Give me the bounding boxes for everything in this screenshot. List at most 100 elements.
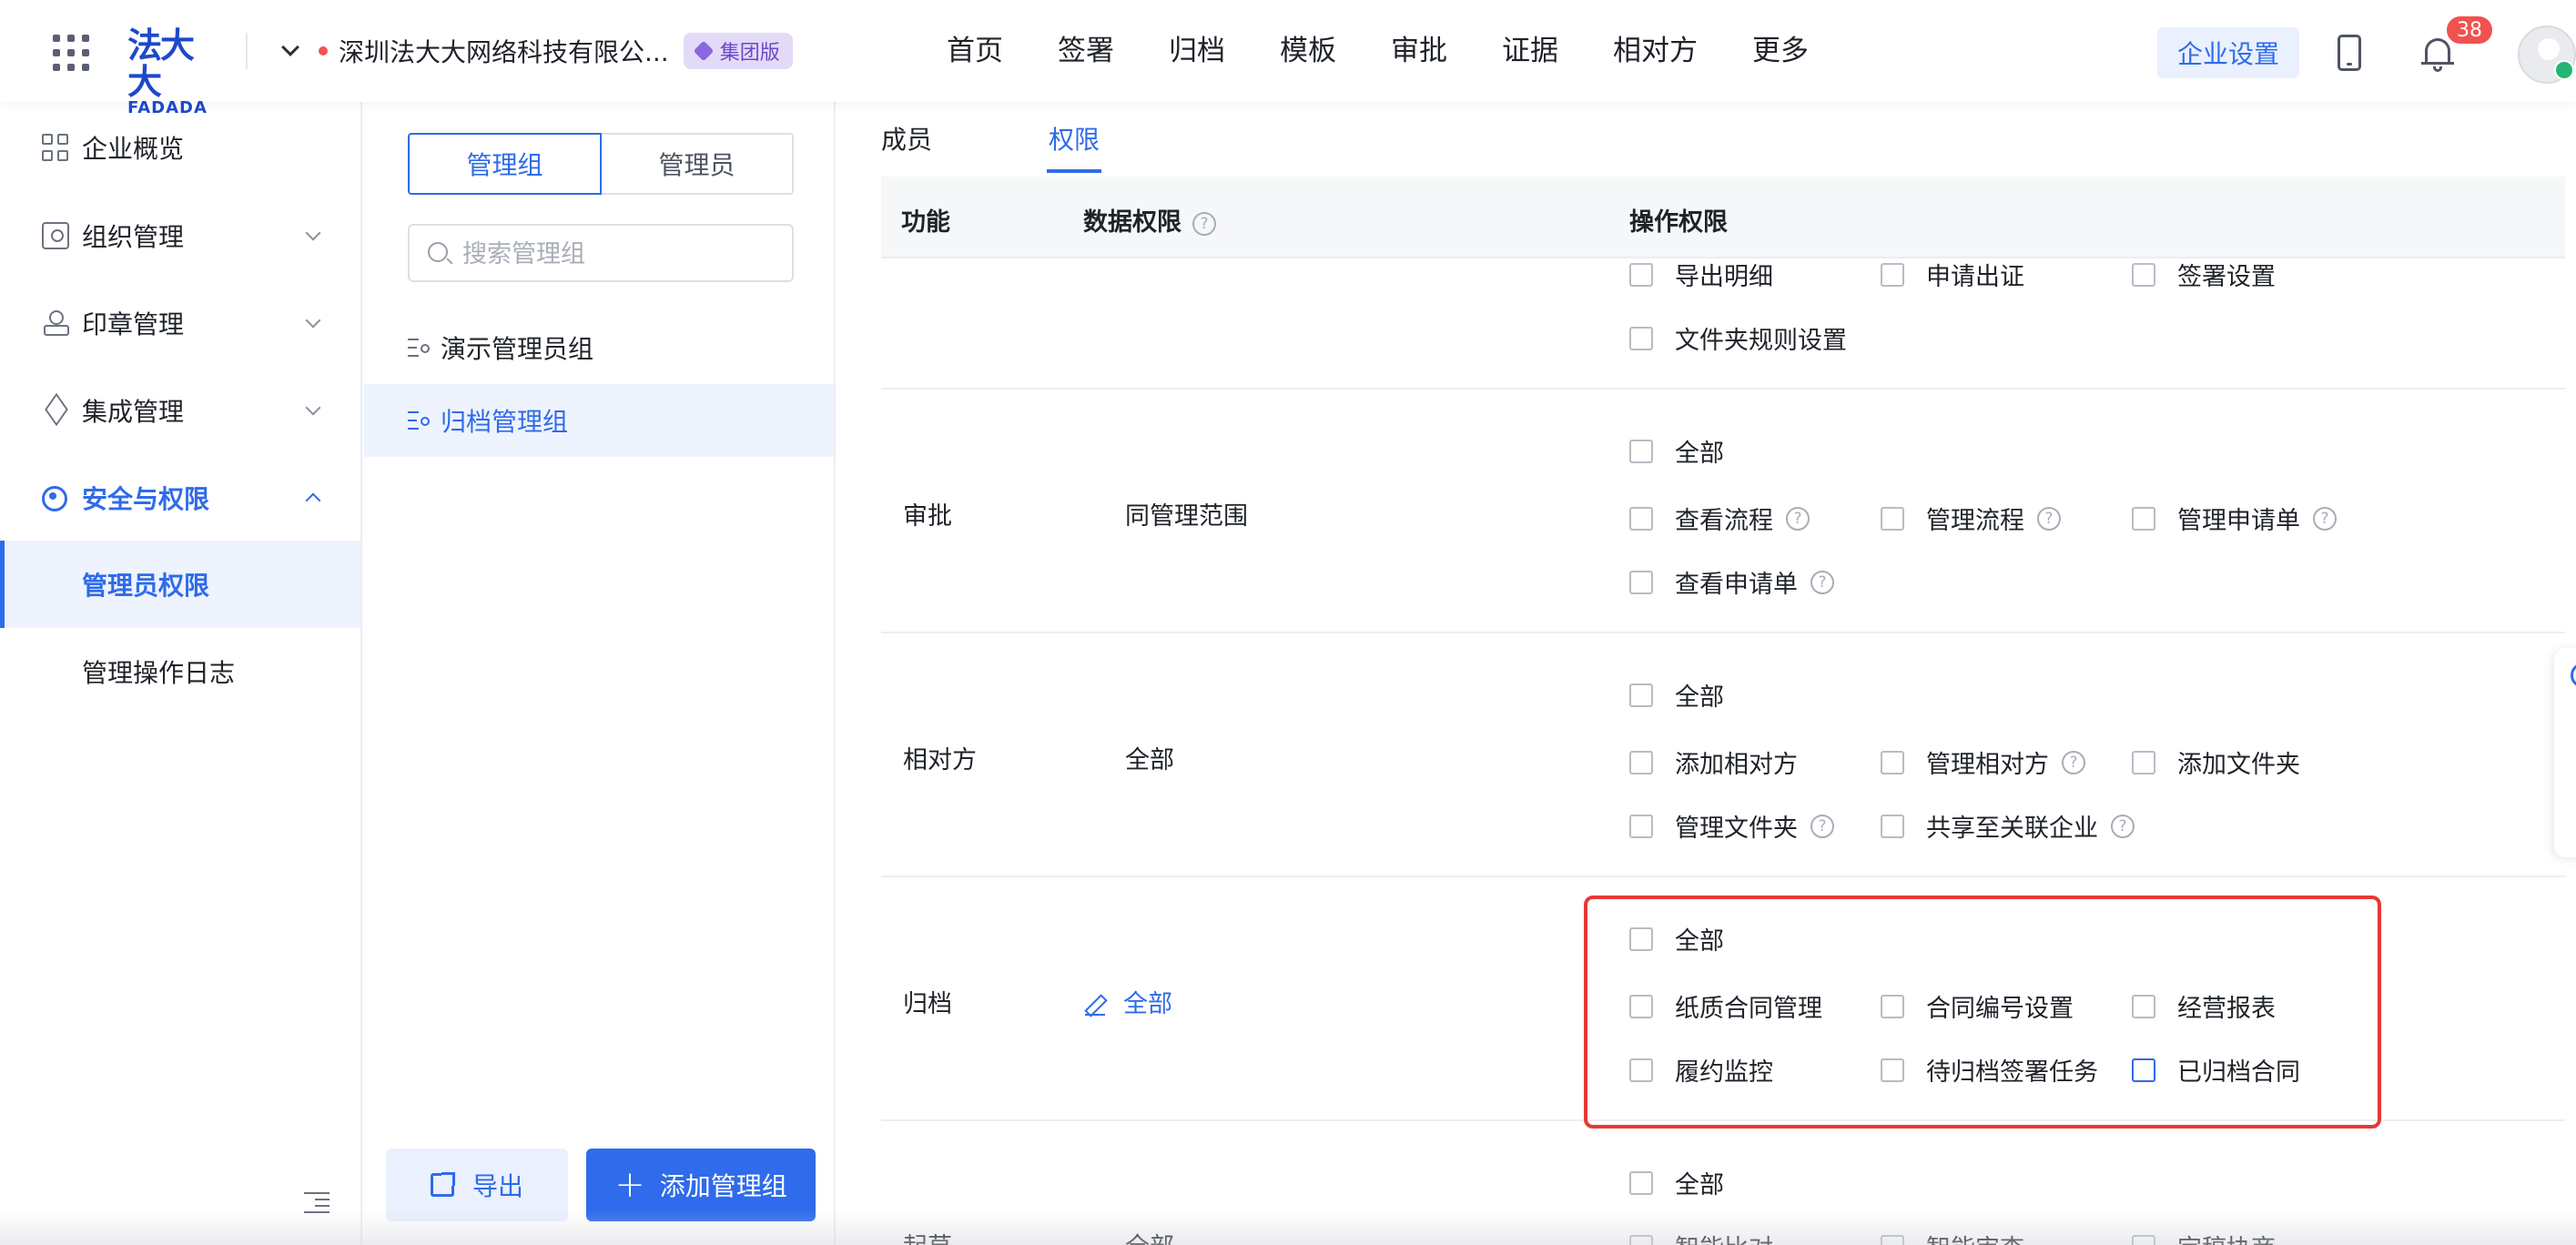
floating-helper-tab[interactable]: [2554, 648, 2576, 857]
active-tab-indicator: [1047, 169, 1101, 173]
enterprise-settings-button[interactable]: 企业设置: [2157, 27, 2299, 78]
checkbox-pending-archive-task[interactable]: 待归档签署任务: [1881, 1052, 2098, 1088]
checkbox-box[interactable]: [2132, 750, 2155, 774]
add-group-button[interactable]: + 添加管理组: [586, 1149, 816, 1221]
checkbox-manage-folder[interactable]: 管理文件夹?: [1629, 808, 1834, 844]
nav-home[interactable]: 首页: [947, 27, 1003, 75]
checkbox-approval-all[interactable]: 全部: [1629, 433, 1724, 469]
checkbox-box[interactable]: [1629, 1058, 1653, 1082]
sidebar-item-security[interactable]: 安全与权限: [0, 461, 360, 534]
checkbox-label: 管理流程: [1926, 507, 2024, 535]
checkbox-box[interactable]: [1629, 570, 1653, 594]
help-icon[interactable]: ?: [2111, 814, 2135, 838]
sidebar-item-integration[interactable]: 集成管理: [0, 374, 360, 447]
export-button[interactable]: 导出: [386, 1149, 568, 1221]
nav-more[interactable]: 更多: [1752, 27, 1809, 75]
checkbox-manage-application[interactable]: 管理申请单?: [2132, 501, 2337, 536]
checkbox-manage-flow[interactable]: 管理流程?: [1881, 501, 2061, 536]
checkbox-box[interactable]: [1629, 750, 1653, 774]
help-icon[interactable]: ?: [1192, 211, 1216, 236]
checkbox-box[interactable]: [1881, 262, 1904, 287]
app-grid-icon[interactable]: [53, 35, 89, 71]
checkbox-counterparty-all[interactable]: 全部: [1629, 677, 1724, 713]
checkbox-box[interactable]: [1881, 1234, 1904, 1245]
checkbox-box[interactable]: [1629, 814, 1653, 838]
tab-permissions[interactable]: 权限: [1049, 120, 1100, 157]
group-item-label: 演示管理员组: [441, 334, 594, 364]
nav-sign[interactable]: 签署: [1058, 27, 1114, 75]
sidebar-item-admin-permission[interactable]: 管理员权限: [0, 541, 360, 628]
search-input[interactable]: [462, 235, 781, 273]
checkbox-box[interactable]: [1881, 1058, 1904, 1082]
checkbox-archived-contract[interactable]: 已归档合同: [2132, 1052, 2300, 1088]
checkbox-box[interactable]: [1629, 262, 1653, 287]
checkbox-box[interactable]: [1629, 1170, 1653, 1195]
row-data-archive[interactable]: 全部: [1085, 984, 1172, 1019]
checkbox-smart-review[interactable]: 智能审查: [1881, 1229, 2024, 1245]
sidebar-item-org[interactable]: 组织管理: [0, 199, 360, 272]
checkbox-box[interactable]: [1629, 439, 1653, 463]
checkbox-add-counterparty[interactable]: 添加相对方: [1629, 744, 1798, 780]
sidebar-item-seal[interactable]: 印章管理: [0, 287, 360, 359]
checkbox-contract-number[interactable]: 合同编号设置: [1881, 988, 2074, 1024]
company-switcher[interactable]: 深圳法大大网络科技有限公... 集团版: [281, 31, 793, 71]
checkbox-view-application[interactable]: 查看申请单?: [1629, 564, 1834, 600]
checkbox-export-detail[interactable]: 导出明细: [1629, 257, 1773, 292]
checkbox-final-negotiation[interactable]: 定稿协商: [2132, 1229, 2276, 1245]
group-item-archive[interactable]: 归档管理组: [364, 384, 834, 457]
checkbox-box[interactable]: [1881, 994, 1904, 1018]
help-icon[interactable]: ?: [1810, 814, 1834, 838]
nav-counterparty[interactable]: 相对方: [1613, 27, 1698, 75]
edit-icon[interactable]: [1085, 996, 1105, 1016]
external-link-icon: [430, 1172, 455, 1197]
fadada-logo[interactable]: 法大大 FADADA: [127, 27, 218, 116]
nav-approval[interactable]: 审批: [1391, 27, 1447, 75]
collapse-sidebar-icon[interactable]: [304, 1192, 330, 1213]
checkbox-box[interactable]: [1629, 683, 1653, 707]
checkbox-box[interactable]: [1629, 994, 1653, 1018]
nav-archive[interactable]: 归档: [1169, 27, 1225, 75]
checkbox-box[interactable]: [2132, 1234, 2155, 1245]
checkbox-add-folder[interactable]: 添加文件夹: [2132, 744, 2300, 780]
checkbox-box[interactable]: [1629, 326, 1653, 350]
checkbox-box[interactable]: [1629, 926, 1653, 951]
checkbox-draft-all[interactable]: 全部: [1629, 1165, 1724, 1200]
help-icon[interactable]: ?: [2313, 506, 2337, 531]
sidebar-item-operation-log[interactable]: 管理操作日志: [0, 628, 360, 715]
checkbox-box[interactable]: [2132, 506, 2155, 531]
dashboard-icon: [42, 134, 69, 161]
help-icon[interactable]: ?: [2062, 750, 2085, 774]
checkbox-smart-compare[interactable]: 智能比对: [1629, 1229, 1773, 1245]
checkbox-business-report[interactable]: 经营报表: [2132, 988, 2276, 1024]
help-icon[interactable]: ?: [1810, 570, 1834, 594]
checkbox-folder-rules[interactable]: 文件夹规则设置: [1629, 320, 1847, 356]
checkbox-sign-settings[interactable]: 签署设置: [2132, 257, 2276, 292]
checkbox-share-affiliate[interactable]: 共享至关联企业?: [1881, 808, 2135, 844]
checkbox-box[interactable]: [1629, 506, 1653, 531]
tab-members[interactable]: 成员: [881, 120, 932, 157]
tab-admin[interactable]: 管理员: [602, 133, 794, 195]
checkbox-box[interactable]: [1881, 506, 1904, 531]
nav-evidence[interactable]: 证据: [1502, 27, 1558, 75]
group-item-demo[interactable]: 演示管理员组: [364, 311, 834, 384]
checkbox-label: 全部: [1675, 440, 1724, 468]
checkbox-box[interactable]: [2132, 1058, 2155, 1082]
checkbox-manage-counterparty[interactable]: 管理相对方?: [1881, 744, 2085, 780]
help-icon[interactable]: ?: [1786, 506, 1810, 531]
checkbox-box[interactable]: [2132, 994, 2155, 1018]
checkbox-box[interactable]: [2132, 262, 2155, 287]
checkbox-paper-contract[interactable]: 纸质合同管理: [1629, 988, 1822, 1024]
sidebar-item-overview[interactable]: 企业概览: [0, 111, 360, 184]
checkbox-label: 纸质合同管理: [1675, 995, 1822, 1023]
checkbox-box[interactable]: [1629, 1234, 1653, 1245]
checkbox-box[interactable]: [1881, 750, 1904, 774]
tab-admin-group[interactable]: 管理组: [408, 133, 602, 195]
checkbox-view-flow[interactable]: 查看流程?: [1629, 501, 1810, 536]
checkbox-archive-all[interactable]: 全部: [1629, 921, 1724, 957]
nav-template[interactable]: 模板: [1280, 27, 1336, 75]
help-icon[interactable]: ?: [2037, 506, 2061, 531]
checkbox-apply-certificate[interactable]: 申请出证: [1881, 257, 2024, 292]
checkbox-performance-monitor[interactable]: 履约监控: [1629, 1052, 1773, 1088]
mobile-icon[interactable]: [2338, 35, 2361, 71]
checkbox-box[interactable]: [1881, 814, 1904, 838]
